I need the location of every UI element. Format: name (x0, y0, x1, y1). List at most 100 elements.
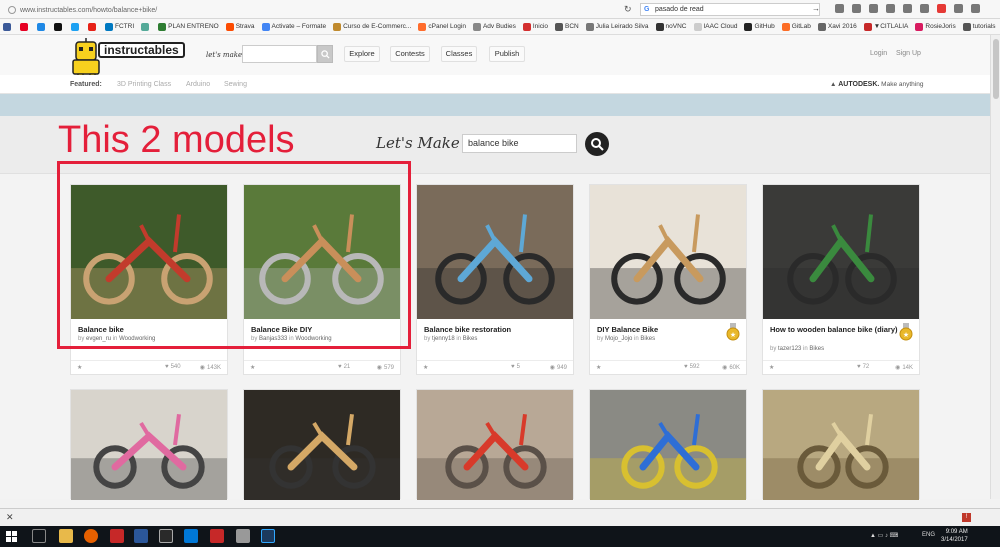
project-title[interactable]: DIY Balance Bike (597, 325, 727, 335)
close-icon[interactable]: ✕ (6, 512, 14, 523)
pocket-icon[interactable] (903, 4, 912, 13)
bookmark-item[interactable]: Curso de E-Commerc... (333, 22, 411, 31)
bookmark-item[interactable] (3, 22, 13, 31)
bookmark-item[interactable]: RosieJoris (915, 22, 956, 31)
project-author[interactable]: Mojo_Jojo (605, 336, 632, 342)
address-bar[interactable]: www.instructables.com/howto/balance+bike… (8, 5, 608, 15)
bookmark-item[interactable]: ▼CITLALIA (863, 22, 908, 31)
project-thumbnail[interactable] (71, 390, 227, 500)
project-card[interactable]: DIY Balance Bike by Mojo_Jojo in Bikes ★ ★ ♥… (589, 184, 747, 375)
bookmark-item[interactable]: Inicio (522, 22, 548, 31)
photoshop-icon[interactable] (261, 529, 275, 543)
reload-icon[interactable]: ↻ (624, 4, 632, 15)
system-tray[interactable]: ▲ ▭ ♪ ⌨ (870, 532, 898, 539)
bookmark-item[interactable] (54, 22, 64, 31)
login-link[interactable]: Login (870, 50, 887, 57)
star-icon[interactable]: ★ (596, 364, 601, 371)
taskbar-clock[interactable]: 9:09 AM 3/14/2017 (941, 528, 968, 544)
nav-publish[interactable]: Publish (489, 46, 525, 62)
star-icon[interactable]: ★ (250, 364, 255, 371)
star-icon[interactable]: ★ (423, 364, 428, 371)
app-icon[interactable] (110, 529, 124, 543)
bookmark-item[interactable]: GitLab (781, 22, 811, 31)
bookmark-item[interactable]: Xavi 2016 (817, 22, 857, 31)
bookmark-item[interactable]: Julia Leirado Silva (585, 22, 649, 31)
bookmark-item[interactable]: Adv Budies (472, 22, 516, 31)
go-arrow-icon[interactable]: → (812, 4, 820, 13)
project-category[interactable]: Bikes (463, 336, 478, 342)
signup-link[interactable]: Sign Up (896, 50, 921, 57)
firefox-icon[interactable] (84, 529, 98, 543)
project-author[interactable]: tjenny18 (432, 336, 455, 342)
brand-logo[interactable]: instructables (98, 42, 185, 58)
bookmark-item[interactable]: PLAN ENTRENO (158, 22, 219, 31)
project-thumbnail[interactable] (763, 185, 919, 319)
star-icon[interactable] (835, 4, 844, 13)
project-thumbnail[interactable] (417, 390, 573, 500)
windows-start-icon[interactable] (6, 531, 17, 542)
app-icon[interactable] (159, 529, 173, 543)
project-card[interactable] (762, 389, 920, 500)
featured-link-3d-printing[interactable]: 3D Printing Class (117, 81, 171, 88)
bookmark-item[interactable] (20, 22, 30, 31)
bookmark-item[interactable]: IAAC Cloud (693, 22, 737, 31)
nav-explore[interactable]: Explore (344, 46, 380, 62)
bookmark-item[interactable] (141, 22, 151, 31)
project-card[interactable]: How to wooden balance bike (diary) by taz… (762, 184, 920, 375)
project-thumbnail[interactable] (590, 390, 746, 500)
bookmark-item[interactable]: cPanel Login (418, 22, 466, 31)
addon-icon[interactable]: ! (962, 513, 971, 522)
clipboard-icon[interactable] (852, 4, 861, 13)
nav-contests[interactable]: Contests (390, 46, 430, 62)
app-icon[interactable] (184, 529, 198, 543)
bookmark-item[interactable]: Activate – Formate (261, 22, 326, 31)
bookmark-item[interactable]: tutorials (962, 22, 996, 31)
language-indicator[interactable]: ENG (922, 532, 935, 538)
menu-icon[interactable] (971, 4, 980, 13)
chat-icon[interactable] (954, 4, 963, 13)
task-view-icon[interactable] (32, 529, 46, 543)
bookmark-item[interactable] (37, 22, 47, 31)
bookmark-item[interactable]: noVNC (655, 22, 687, 31)
browser-search-input[interactable]: pasado de read (640, 3, 820, 16)
featured-link-sewing[interactable]: Sewing (224, 81, 247, 88)
project-title[interactable]: Balance bike restoration (424, 325, 554, 335)
download-icon[interactable] (869, 4, 878, 13)
bookmark-item[interactable]: Strava (225, 22, 255, 31)
bookmark-item[interactable]: GitHub (744, 22, 775, 31)
hero-search-input[interactable]: balance bike (462, 134, 577, 153)
project-card[interactable] (589, 389, 747, 500)
project-title[interactable]: How to wooden balance bike (diary) (770, 325, 900, 335)
project-author[interactable]: tazer123 (778, 346, 801, 352)
app-icon[interactable] (236, 529, 250, 543)
project-card[interactable] (416, 389, 574, 500)
adblock-icon[interactable] (937, 4, 946, 13)
project-card[interactable] (243, 389, 401, 500)
autodesk-logo[interactable]: ▲ AUTODESK. Make anything (830, 81, 923, 88)
bookmark-item[interactable]: BCN (555, 22, 579, 31)
star-icon[interactable]: ★ (77, 364, 82, 371)
project-card[interactable]: Balance bike restoration by tjenny18 in B… (416, 184, 574, 375)
project-thumbnail[interactable] (417, 185, 573, 319)
bookmark-item[interactable]: FCTRI (105, 22, 134, 31)
star-icon[interactable]: ★ (769, 364, 774, 371)
scrollbar-thumb[interactable] (993, 39, 999, 99)
home-icon[interactable] (886, 4, 895, 13)
project-category[interactable]: Bikes (809, 346, 824, 352)
project-card[interactable] (70, 389, 228, 500)
hero-search-button[interactable] (585, 132, 609, 156)
word-icon[interactable] (134, 529, 148, 543)
file-explorer-icon[interactable] (59, 529, 73, 543)
project-thumbnail[interactable] (763, 390, 919, 500)
project-thumbnail[interactable] (590, 185, 746, 319)
bookmark-item[interactable] (71, 22, 81, 31)
project-category[interactable]: Bikes (640, 336, 655, 342)
screenshot-icon[interactable] (920, 4, 929, 13)
app-icon[interactable] (210, 529, 224, 543)
nav-classes[interactable]: Classes (441, 46, 477, 62)
project-thumbnail[interactable] (244, 390, 400, 500)
featured-link-arduino[interactable]: Arduino (186, 81, 210, 88)
bookmark-item[interactable] (88, 22, 98, 31)
header-search-input[interactable] (242, 45, 317, 63)
page-scrollbar[interactable] (990, 35, 1000, 499)
